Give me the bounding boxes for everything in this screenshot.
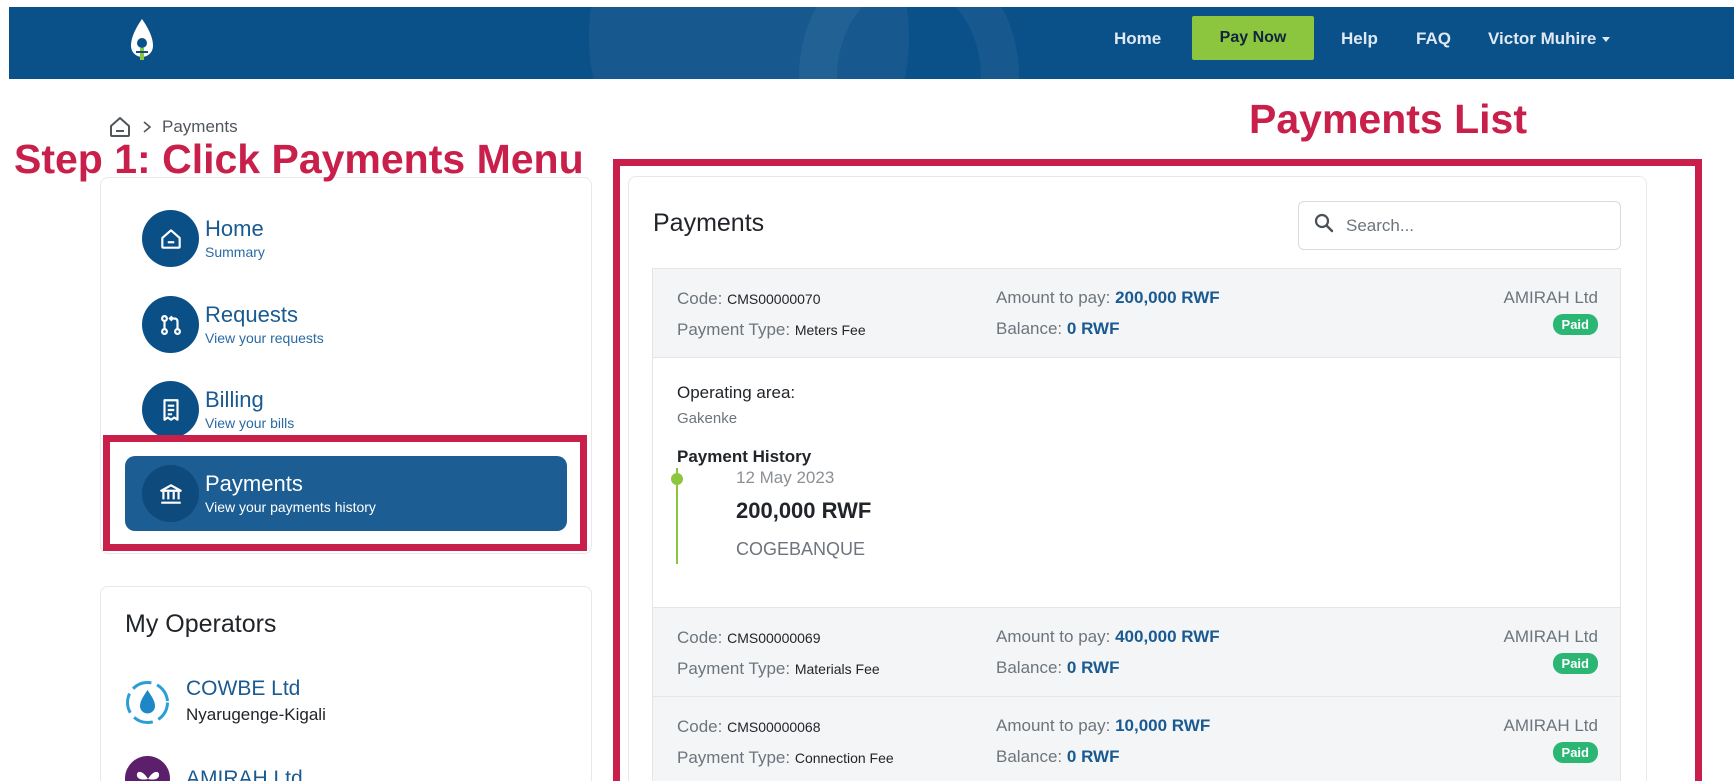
company-name: AMIRAH Ltd: [1503, 716, 1598, 735]
balance-label: Balance:: [996, 319, 1063, 338]
search-icon: [1314, 213, 1334, 238]
balance-value: 0 RWF: [1066, 658, 1120, 677]
sidebar-item-title: Billing: [205, 386, 264, 412]
operator-location: Nyarugenge-Kigali: [186, 705, 326, 724]
payment-type-label: Payment Type:: [677, 320, 791, 339]
payment-history-label: Payment History: [677, 447, 812, 466]
user-menu-dropdown[interactable]: Victor Muhire: [1488, 29, 1611, 49]
water-drop-icon: [125, 680, 170, 725]
status-badge: Paid: [1552, 742, 1598, 763]
payment-row[interactable]: Code: CMS00000070 Payment Type: Meters F…: [653, 269, 1620, 358]
sidebar-item-title: Payments: [205, 470, 303, 496]
history-bank: COGEBANQUE: [736, 539, 866, 559]
amount-label: Amount to pay:: [996, 627, 1111, 646]
balance-value: 0 RWF: [1066, 319, 1120, 338]
balance: Balance: 0 RWF: [996, 658, 1119, 678]
amount-value: 10,000 RWF: [1115, 716, 1211, 735]
operator-name[interactable]: AMIRAH Ltd: [186, 766, 303, 781]
sidebar-item-subtitle: View your payments history: [205, 498, 376, 515]
nav-help-link[interactable]: Help: [1341, 29, 1378, 49]
sidebar-item-title: Requests: [205, 301, 298, 327]
sidebar-item-title: Home: [205, 215, 264, 241]
payment-type: Payment Type: Connection Fee: [677, 748, 894, 768]
code-label: Code:: [677, 717, 723, 736]
sidebar-item-billing[interactable]: Billing View your bills: [142, 381, 294, 438]
chevron-right-icon: [142, 120, 152, 134]
nav-home-link[interactable]: Home: [1114, 29, 1161, 49]
payment-code: Code: CMS00000069: [677, 628, 821, 648]
search-input[interactable]: [1346, 215, 1596, 236]
history-amount: 200,000 RWF: [736, 498, 872, 523]
receipt-icon: [142, 381, 199, 438]
payment-row[interactable]: Code: CMS00000068 Payment Type: Connecti…: [653, 697, 1620, 781]
sidebar-item-subtitle: Summary: [205, 243, 265, 260]
code-value: CMS00000068: [727, 719, 821, 735]
balance-value: 0 RWF: [1066, 747, 1120, 766]
operator-item[interactable]: AMIRAH Ltd: [125, 756, 303, 781]
breadcrumb-current: Payments: [162, 117, 238, 136]
payment-type-value: Meters Fee: [794, 322, 866, 338]
amount-value: 200,000 RWF: [1115, 288, 1220, 307]
code-label: Code:: [677, 628, 723, 647]
bank-icon: [142, 465, 199, 522]
payments-list: Code: CMS00000070 Payment Type: Meters F…: [652, 268, 1621, 781]
amount-to-pay: Amount to pay: 10,000 RWF: [996, 716, 1210, 736]
balance-label: Balance:: [996, 658, 1063, 677]
operating-area-value: Gakenke: [677, 410, 738, 427]
payment-type: Payment Type: Materials Fee: [677, 659, 880, 679]
timeline-dot: [671, 473, 683, 485]
butterfly-icon: [125, 756, 170, 781]
balance: Balance: 0 RWF: [996, 747, 1119, 767]
payments-title: Payments: [653, 209, 765, 237]
amount-label: Amount to pay:: [996, 288, 1111, 307]
payment-row[interactable]: Code: CMS00000069 Payment Type: Material…: [653, 608, 1620, 697]
company-name: AMIRAH Ltd: [1503, 627, 1598, 646]
sidebar-item-home[interactable]: Home Summary: [142, 210, 265, 267]
chevron-down-icon: [1602, 37, 1611, 43]
nav-faq-link[interactable]: FAQ: [1416, 29, 1451, 49]
code-value: CMS00000070: [727, 291, 821, 307]
search-box[interactable]: [1298, 201, 1621, 250]
payment-code: Code: CMS00000070: [677, 289, 821, 309]
amount-to-pay: Amount to pay: 200,000 RWF: [996, 288, 1220, 308]
code-value: CMS00000069: [727, 630, 821, 646]
payment-type-label: Payment Type:: [677, 659, 791, 678]
annotation-step-label: Step 1: Click Payments Menu: [14, 136, 584, 182]
balance-label: Balance:: [996, 747, 1063, 766]
annotation-list-label: Payments List: [1249, 96, 1527, 142]
sidebar-item-subtitle: View your requests: [205, 329, 324, 346]
payment-code: Code: CMS00000068: [677, 717, 821, 737]
sidebar-item-requests[interactable]: Requests View your requests: [142, 296, 324, 353]
app-logo[interactable]: [119, 16, 165, 66]
page: Home Pay Now Help FAQ Victor Muhire Paym…: [0, 0, 1734, 781]
operators-heading: My Operators: [125, 610, 277, 638]
top-navbar: Home Pay Now Help FAQ Victor Muhire: [9, 7, 1734, 79]
operator-name[interactable]: COWBE Ltd: [186, 676, 326, 702]
status-badge: Paid: [1552, 314, 1598, 335]
payment-type-label: Payment Type:: [677, 748, 791, 767]
status-badge: Paid: [1552, 653, 1598, 674]
code-label: Code:: [677, 289, 723, 308]
amount-to-pay: Amount to pay: 400,000 RWF: [996, 627, 1220, 647]
home-icon: [142, 210, 199, 267]
balance: Balance: 0 RWF: [996, 319, 1119, 339]
operating-area-label: Operating area:: [677, 383, 796, 402]
operator-item[interactable]: COWBE Ltd Nyarugenge-Kigali: [125, 676, 326, 728]
pull-request-icon: [142, 296, 199, 353]
pay-now-button[interactable]: Pay Now: [1192, 16, 1314, 60]
sidebar-item-payments[interactable]: Payments View your payments history: [142, 465, 376, 522]
payment-detail: Operating area: Gakenke Payment History …: [653, 358, 1620, 608]
payment-type-value: Connection Fee: [794, 750, 894, 766]
sidebar-item-subtitle: View your bills: [205, 414, 295, 431]
payment-type: Payment Type: Meters Fee: [677, 320, 866, 340]
payment-type-value: Materials Fee: [794, 661, 880, 677]
history-date: 12 May 2023: [736, 468, 835, 487]
company-name: AMIRAH Ltd: [1503, 288, 1598, 307]
navbar-decoration: [799, 7, 1019, 79]
user-name: Victor Muhire: [1488, 29, 1597, 48]
amount-value: 400,000 RWF: [1115, 627, 1220, 646]
amount-label: Amount to pay:: [996, 716, 1111, 735]
